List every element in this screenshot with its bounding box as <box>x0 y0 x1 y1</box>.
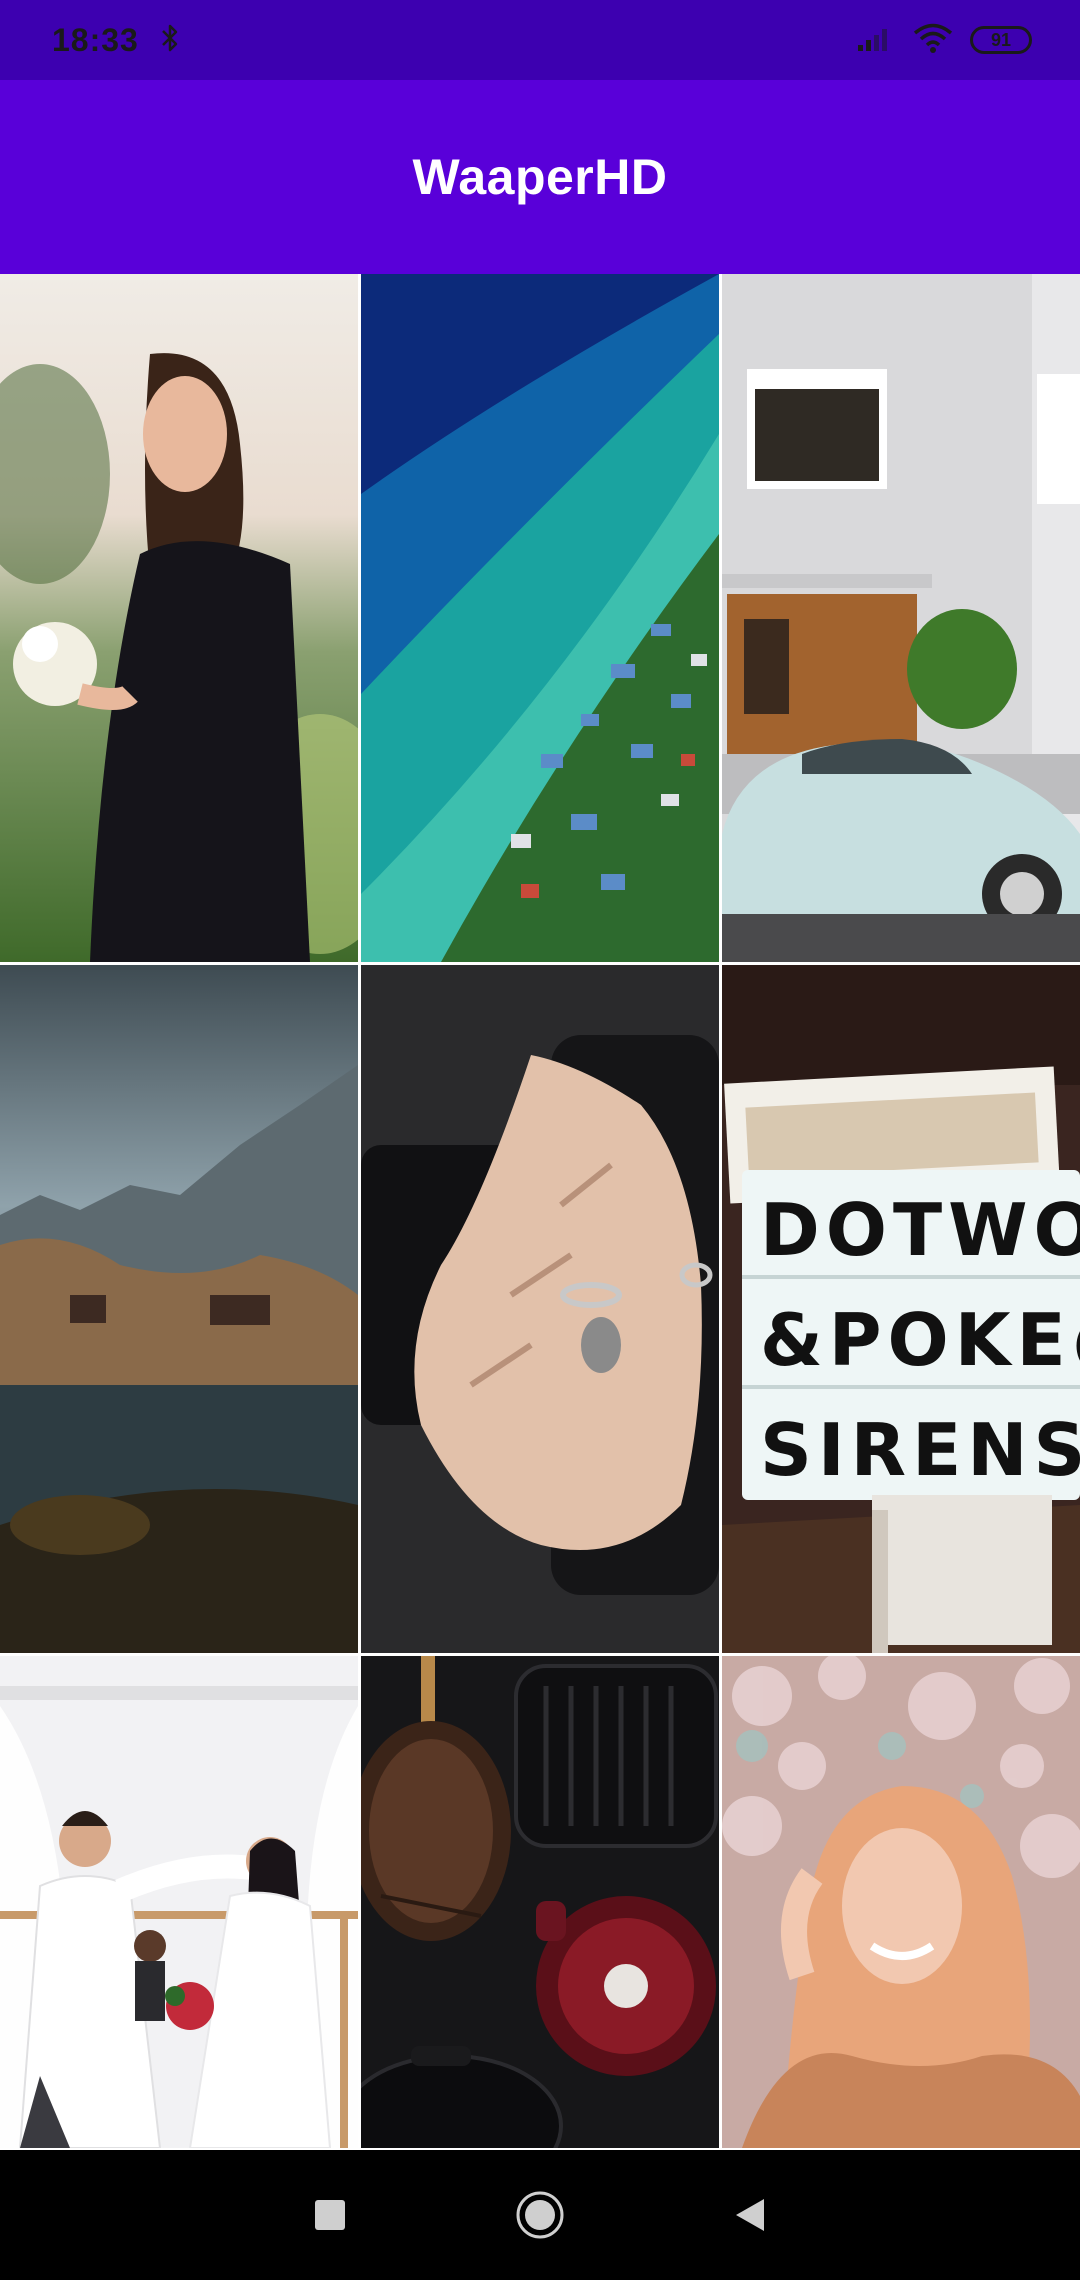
sign-line-2: &POKE@ <box>760 1298 1080 1382</box>
wallpaper-image-lightbox-sign: DOTWOR &POKE@ SIRENS <box>722 965 1080 1653</box>
battery-level: 91 <box>990 29 1012 50</box>
wallpaper-tile[interactable] <box>0 274 358 962</box>
wallpaper-image-woman-flowers <box>0 274 358 962</box>
wallpaper-image-hand-camera <box>361 965 719 1653</box>
bluetooth-icon <box>159 22 181 59</box>
wallpaper-image-woman-blossoms <box>722 1656 1080 2148</box>
wallpaper-tile[interactable] <box>722 1656 1080 2148</box>
wallpaper-tile[interactable] <box>361 274 719 962</box>
status-right: 91 <box>856 22 1032 59</box>
wallpaper-tile[interactable]: DOTWOR &POKE@ SIRENS <box>722 965 1080 1653</box>
battery-icon: 91 <box>970 26 1032 54</box>
navigation-bar <box>0 2150 1080 2280</box>
status-time: 18:33 <box>52 21 139 58</box>
wallpaper-tile[interactable] <box>0 1656 358 2148</box>
recents-square-icon[interactable] <box>300 2185 360 2245</box>
wallpaper-image-white-building-car <box>722 274 1080 962</box>
wallpaper-image-aerial-coast <box>361 274 719 962</box>
wallpaper-image-wedding-couple <box>0 1656 358 2148</box>
back-triangle-icon[interactable] <box>720 2185 780 2245</box>
app-bar: WaaperHD <box>0 80 1080 274</box>
wifi-icon <box>912 22 954 59</box>
status-left: 18:33 <box>52 22 181 59</box>
wallpaper-tile[interactable] <box>0 965 358 1653</box>
sign-line-1: DOTWOR <box>760 1188 1080 1272</box>
wallpaper-tile[interactable] <box>361 1656 719 2148</box>
wallpaper-tile[interactable] <box>722 274 1080 962</box>
home-circle-icon[interactable] <box>510 2185 570 2245</box>
wallpaper-grid: DOTWOR &POKE@ SIRENS <box>0 274 1080 2150</box>
wallpaper-image-cookware <box>361 1656 719 2148</box>
signal-icon <box>856 23 896 58</box>
status-bar: 18:33 91 <box>0 0 1080 80</box>
wallpaper-image-mountain-lake <box>0 965 358 1653</box>
wallpaper-tile[interactable] <box>361 965 719 1653</box>
sign-line-3: SIRENS <box>760 1408 1080 1492</box>
app-title: WaaperHD <box>412 149 668 205</box>
